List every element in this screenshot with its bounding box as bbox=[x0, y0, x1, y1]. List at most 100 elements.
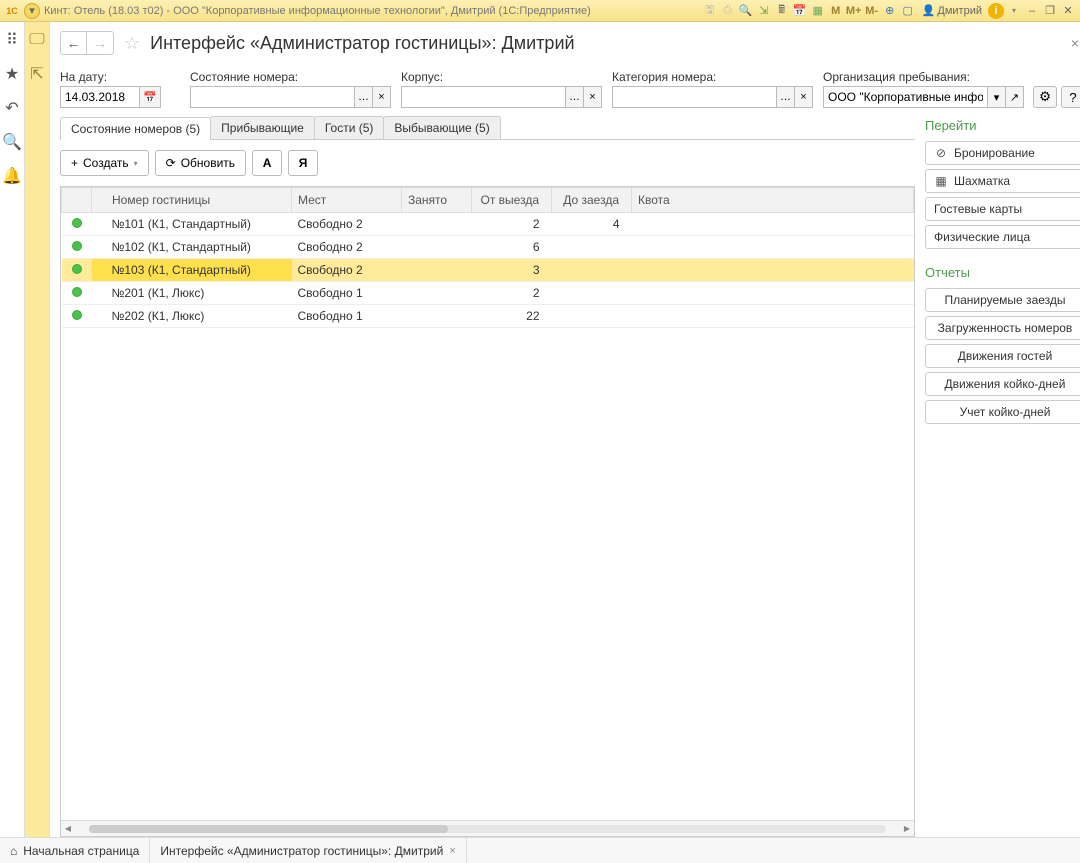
calc-icon[interactable]: 🖩 bbox=[774, 3, 790, 19]
info-icon[interactable]: i bbox=[988, 3, 1004, 19]
desktop-icon[interactable]: 🖵 bbox=[25, 28, 49, 52]
history-icon[interactable]: ↶ bbox=[0, 96, 24, 120]
m-button[interactable]: M bbox=[828, 3, 844, 19]
org-open-button[interactable]: ↗ bbox=[1006, 86, 1024, 108]
org-input[interactable] bbox=[823, 86, 988, 108]
building-input[interactable] bbox=[401, 86, 566, 108]
zoom-icon[interactable]: ⊕ bbox=[882, 3, 898, 19]
close-page-button[interactable]: × bbox=[1065, 35, 1080, 51]
bell-icon[interactable]: 🔔 bbox=[0, 164, 24, 188]
report-button-3[interactable]: Движения койко-дней bbox=[925, 372, 1080, 396]
table-row[interactable]: №103 (К1, Стандартный)Свободно 23 bbox=[62, 259, 914, 282]
windows-icon[interactable]: ▢ bbox=[900, 3, 916, 19]
nav-buttons: ← → bbox=[60, 31, 114, 55]
tab-1[interactable]: Прибывающие bbox=[210, 116, 315, 139]
bottom-tab-home[interactable]: ⌂ Начальная страница bbox=[0, 838, 150, 863]
category-clear-button[interactable]: × bbox=[795, 86, 813, 108]
cell-to-in bbox=[552, 282, 632, 305]
report-label: Движения койко-дней bbox=[945, 377, 1066, 391]
table-row[interactable]: №101 (К1, Стандартный)Свободно 224 bbox=[62, 213, 914, 236]
dropdown-icon[interactable]: ▾ bbox=[24, 3, 40, 19]
star-icon[interactable]: ★ bbox=[0, 62, 24, 86]
sort-ya-button[interactable]: Я bbox=[288, 150, 318, 176]
date-input[interactable] bbox=[60, 86, 140, 108]
h-scrollbar[interactable]: ◀ ▶ bbox=[61, 820, 914, 836]
category-label: Категория номера: bbox=[612, 70, 813, 84]
goto-button-2[interactable]: Гостевые карты bbox=[925, 197, 1080, 221]
tab-0[interactable]: Состояние номеров (5) bbox=[60, 117, 211, 140]
save-icon[interactable]: 🖫 bbox=[702, 3, 718, 19]
category-input[interactable] bbox=[612, 86, 777, 108]
cell-quota bbox=[632, 213, 914, 236]
settings-button[interactable]: ⚙ bbox=[1033, 86, 1057, 108]
status-dot-icon bbox=[72, 287, 82, 297]
close-icon[interactable]: ✕ bbox=[1060, 3, 1076, 19]
col-seats[interactable]: Мест bbox=[292, 188, 402, 213]
col-to-in[interactable]: До заезда bbox=[552, 188, 632, 213]
state-more-button[interactable]: … bbox=[355, 86, 373, 108]
dropdown2-icon[interactable]: ▾ bbox=[1006, 3, 1022, 19]
report-button-0[interactable]: Планируемые заезды bbox=[925, 288, 1080, 312]
m-minus-button[interactable]: M- bbox=[864, 3, 880, 19]
col-from-out[interactable]: От выезда bbox=[472, 188, 552, 213]
report-button-2[interactable]: Движения гостей bbox=[925, 344, 1080, 368]
calendar-icon[interactable]: 📅 bbox=[792, 3, 808, 19]
maximize-icon[interactable]: ❐ bbox=[1042, 3, 1058, 19]
create-button[interactable]: +Создать▾ bbox=[60, 150, 149, 176]
apps-icon[interactable]: ⠿ bbox=[0, 28, 24, 52]
scroll-right-icon[interactable]: ▶ bbox=[900, 824, 914, 833]
goto-label: Шахматка bbox=[954, 174, 1010, 188]
bottom-tab-interface[interactable]: Интерфейс «Администратор гостиницы»: Дми… bbox=[150, 838, 466, 863]
report-button-4[interactable]: Учет койко-дней bbox=[925, 400, 1080, 424]
goto-button-0[interactable]: ⊘ Бронирование bbox=[925, 141, 1080, 165]
favorite-icon[interactable]: ☆ bbox=[124, 33, 140, 54]
state-clear-button[interactable]: × bbox=[373, 86, 391, 108]
col-busy[interactable]: Занято bbox=[402, 188, 472, 213]
table-row[interactable]: №202 (К1, Люкс)Свободно 122 bbox=[62, 305, 914, 328]
preview-icon[interactable]: 🔍 bbox=[738, 3, 754, 19]
nav-back-button[interactable]: ← bbox=[61, 32, 87, 54]
print-icon[interactable]: ⎙ bbox=[720, 3, 736, 19]
compare-icon[interactable]: ⇲ bbox=[756, 3, 772, 19]
goto-button-1[interactable]: ▦Шахматка bbox=[925, 169, 1080, 193]
org-dropdown-button[interactable]: ▾ bbox=[988, 86, 1006, 108]
table-row[interactable]: №201 (К1, Люкс)Свободно 12 bbox=[62, 282, 914, 305]
tab-2[interactable]: Гости (5) bbox=[314, 116, 385, 139]
report-button-1[interactable]: Загруженность номеров bbox=[925, 316, 1080, 340]
nav-forward-button[interactable]: → bbox=[87, 32, 113, 54]
refresh-button[interactable]: ⟳Обновить bbox=[155, 150, 246, 176]
goto-label: Физические лица bbox=[934, 230, 1030, 244]
close-tab-icon[interactable]: × bbox=[449, 845, 455, 857]
tab-3[interactable]: Выбывающие (5) bbox=[383, 116, 500, 139]
search-icon[interactable]: 🔍 bbox=[0, 130, 24, 154]
cell-to-in bbox=[552, 236, 632, 259]
goto-button-3[interactable]: Физические лица bbox=[925, 225, 1080, 249]
sidebar-section: 🖵 ⇱ bbox=[25, 22, 50, 837]
user-label[interactable]: 👤Дмитрий bbox=[918, 4, 986, 17]
status-dot-icon bbox=[72, 241, 82, 251]
minimize-icon[interactable]: – bbox=[1024, 3, 1040, 19]
rooms-table: Номер гостиницы Мест Занято От выезда До… bbox=[60, 186, 915, 837]
col-room[interactable]: Номер гостиницы bbox=[92, 188, 292, 213]
cell-busy bbox=[402, 259, 472, 282]
building-more-button[interactable]: … bbox=[566, 86, 584, 108]
date-picker-button[interactable]: 📅 bbox=[140, 86, 161, 108]
cell-quota bbox=[632, 259, 914, 282]
cell-room: №101 (К1, Стандартный) bbox=[92, 213, 292, 236]
table-row[interactable]: №102 (К1, Стандартный)Свободно 26 bbox=[62, 236, 914, 259]
launch-icon[interactable]: ⇱ bbox=[25, 62, 49, 86]
goto-label: Бронирование bbox=[954, 146, 1035, 160]
scroll-left-icon[interactable]: ◀ bbox=[61, 824, 75, 833]
sort-a-button[interactable]: А bbox=[252, 150, 282, 176]
category-more-button[interactable]: … bbox=[777, 86, 795, 108]
home-icon: ⌂ bbox=[10, 844, 17, 858]
help-button[interactable]: ? bbox=[1061, 86, 1080, 108]
building-clear-button[interactable]: × bbox=[584, 86, 602, 108]
schedule-icon[interactable]: ▦ bbox=[810, 3, 826, 19]
m-plus-button[interactable]: M+ bbox=[846, 3, 862, 19]
state-input[interactable] bbox=[190, 86, 355, 108]
cell-busy bbox=[402, 282, 472, 305]
col-quota[interactable]: Квота bbox=[632, 188, 914, 213]
app-logo-icon: 1C bbox=[4, 3, 20, 19]
check-icon: ⊘ bbox=[934, 146, 948, 160]
